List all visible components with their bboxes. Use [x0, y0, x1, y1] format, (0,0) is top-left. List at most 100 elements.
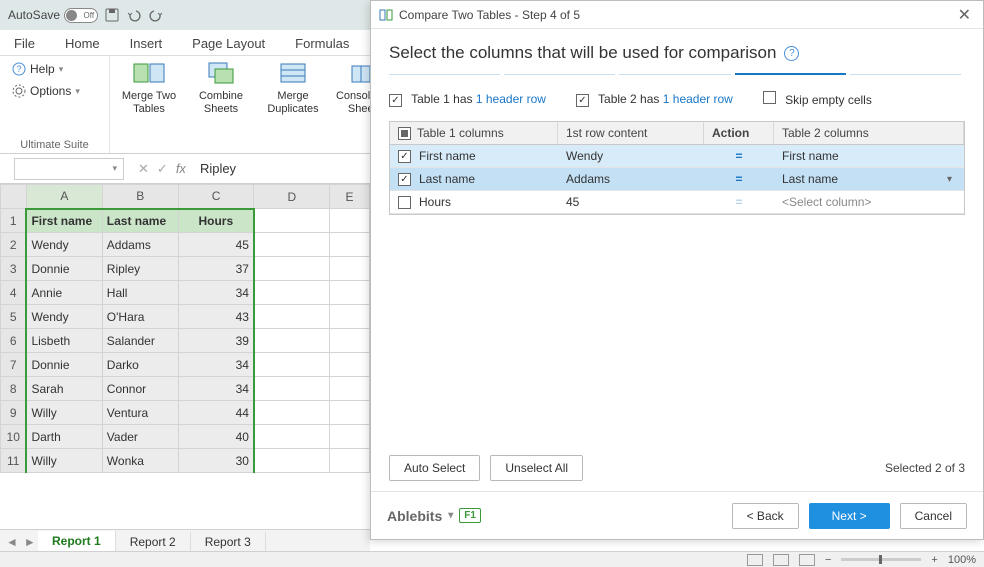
col-header[interactable]: C [178, 185, 254, 209]
col-header[interactable]: 1st row content [558, 122, 704, 144]
merge-tables-icon [133, 60, 165, 88]
row-header[interactable]: 6 [1, 329, 27, 353]
unselect-all-button[interactable]: Unselect All [490, 455, 583, 481]
dialog-icon [379, 8, 393, 22]
column-mapping-table: Table 1 columns 1st row content Action T… [389, 121, 965, 215]
row-header[interactable]: 8 [1, 377, 27, 401]
col-header[interactable]: Table 2 columns [774, 122, 964, 144]
checkbox-icon [763, 91, 776, 104]
close-icon[interactable]: ✕ [954, 5, 975, 25]
table1-header-checkbox[interactable]: Table 1 has 1 header row [389, 92, 546, 107]
tab-formulas[interactable]: Formulas [289, 32, 355, 55]
chevron-down-icon: ▾ [75, 86, 80, 97]
header-row-link[interactable]: 1 header row [663, 92, 733, 106]
chevron-down-icon[interactable]: ▾ [947, 174, 956, 185]
table-header-cell[interactable]: First name [26, 209, 102, 233]
table-header-cell[interactable]: Last name [102, 209, 178, 233]
tab-home[interactable]: Home [59, 32, 106, 55]
tab-file[interactable]: File [8, 32, 41, 55]
checkbox-icon[interactable] [398, 173, 411, 186]
col-header[interactable]: E [330, 185, 370, 209]
checkbox-icon[interactable] [398, 150, 411, 163]
help-button[interactable]: ? Help ▾ [8, 60, 67, 78]
row-header[interactable]: 2 [1, 233, 27, 257]
mapping-row[interactable]: Last name Addams = Last name▾ [390, 168, 964, 191]
tab-page-layout[interactable]: Page Layout [186, 32, 271, 55]
zoom-level[interactable]: 100% [948, 554, 976, 566]
view-normal-icon[interactable] [747, 554, 763, 566]
zoom-slider[interactable] [841, 558, 921, 561]
table2-header-checkbox[interactable]: Table 2 has 1 header row [576, 92, 733, 107]
chevron-down-icon: ▾ [59, 64, 64, 75]
row-header[interactable]: 4 [1, 281, 27, 305]
row-header[interactable]: 7 [1, 353, 27, 377]
view-pagebreak-icon[interactable] [799, 554, 815, 566]
toggle-off[interactable]: Off [64, 8, 98, 23]
col-header[interactable]: A [26, 185, 102, 209]
autosave-toggle[interactable]: AutoSave Off [8, 8, 98, 23]
autosave-label: AutoSave [8, 8, 60, 22]
row-header[interactable]: 1 [1, 209, 27, 233]
table-header-cell[interactable]: Hours [178, 209, 254, 233]
dialog-titlebar: Compare Two Tables - Step 4 of 5 ✕ [371, 1, 983, 29]
next-button[interactable]: Next > [809, 503, 890, 529]
tab-insert[interactable]: Insert [124, 32, 169, 55]
gear-icon [12, 84, 26, 98]
skip-empty-checkbox[interactable]: Skip empty cells [763, 91, 872, 107]
fx-icon[interactable]: fx [176, 161, 186, 176]
mapping-row[interactable]: First name Wendy = First name [390, 145, 964, 168]
ribbon-group-label: Ultimate Suite [8, 139, 101, 151]
enter-formula-icon[interactable]: ✓ [157, 161, 168, 177]
col-header[interactable]: Table 1 columns [390, 122, 558, 144]
dialog-title: Compare Two Tables - Step 4 of 5 [399, 8, 580, 22]
select-all-corner[interactable] [1, 185, 27, 209]
options-button[interactable]: Options ▾ [8, 82, 84, 100]
merge-two-tables-button[interactable]: Merge Two Tables [118, 60, 180, 116]
help-icon: ? [12, 62, 26, 76]
sheet-tab-report2[interactable]: Report 2 [116, 532, 191, 552]
checkbox-icon [576, 94, 589, 107]
row-header[interactable]: 10 [1, 425, 27, 449]
zoom-in-icon[interactable]: + [931, 554, 937, 566]
sheet-tabs: ◄ ► Report 1 Report 2 Report 3 [0, 529, 370, 553]
chevron-down-icon[interactable]: ▾ [112, 163, 117, 174]
dialog-footer: Ablebits ▾ F1 < Back Next > Cancel [371, 491, 983, 539]
redo-icon[interactable] [148, 7, 164, 23]
row-header[interactable]: 9 [1, 401, 27, 425]
worksheet-grid[interactable]: A B C D E 1 First name Last name Hours 2… [0, 184, 370, 537]
f1-badge: F1 [459, 508, 481, 523]
zoom-out-icon[interactable]: − [825, 554, 831, 566]
undo-icon[interactable] [126, 7, 142, 23]
checkbox-icon [389, 94, 402, 107]
svg-text:?: ? [16, 64, 21, 74]
merge-duplicates-icon [277, 60, 309, 88]
back-button[interactable]: < Back [732, 503, 799, 529]
col-header[interactable]: Action [704, 122, 774, 144]
brand-label[interactable]: Ablebits ▾ F1 [387, 508, 481, 524]
sheet-nav-next-icon[interactable]: ► [24, 535, 36, 549]
col-header[interactable]: B [102, 185, 178, 209]
sheet-tab-report3[interactable]: Report 3 [191, 532, 266, 552]
auto-select-button[interactable]: Auto Select [389, 455, 480, 481]
col-header[interactable]: D [254, 185, 330, 209]
cancel-formula-icon[interactable]: ✕ [138, 161, 149, 177]
header-row-link[interactable]: 1 header row [476, 92, 546, 106]
help-icon[interactable]: ? [784, 46, 799, 61]
sheet-tab-report1[interactable]: Report 1 [38, 531, 116, 553]
mapping-row[interactable]: Hours 45 = <Select column> [390, 191, 964, 214]
cancel-button[interactable]: Cancel [900, 503, 967, 529]
row-header[interactable]: 3 [1, 257, 27, 281]
save-icon[interactable] [104, 7, 120, 23]
merge-duplicates-button[interactable]: Merge Duplicates [262, 60, 324, 116]
equals-icon: = [704, 191, 774, 213]
selected-count: Selected 2 of 3 [885, 461, 965, 475]
row-header[interactable]: 11 [1, 449, 27, 473]
step-indicator [389, 73, 965, 75]
combine-sheets-button[interactable]: Combine Sheets [190, 60, 252, 116]
view-layout-icon[interactable] [773, 554, 789, 566]
sheet-nav-prev-icon[interactable]: ◄ [6, 535, 18, 549]
name-box[interactable]: ▾ [14, 158, 124, 180]
checkbox-icon[interactable] [398, 196, 411, 209]
row-header[interactable]: 5 [1, 305, 27, 329]
equals-icon: = [704, 168, 774, 190]
